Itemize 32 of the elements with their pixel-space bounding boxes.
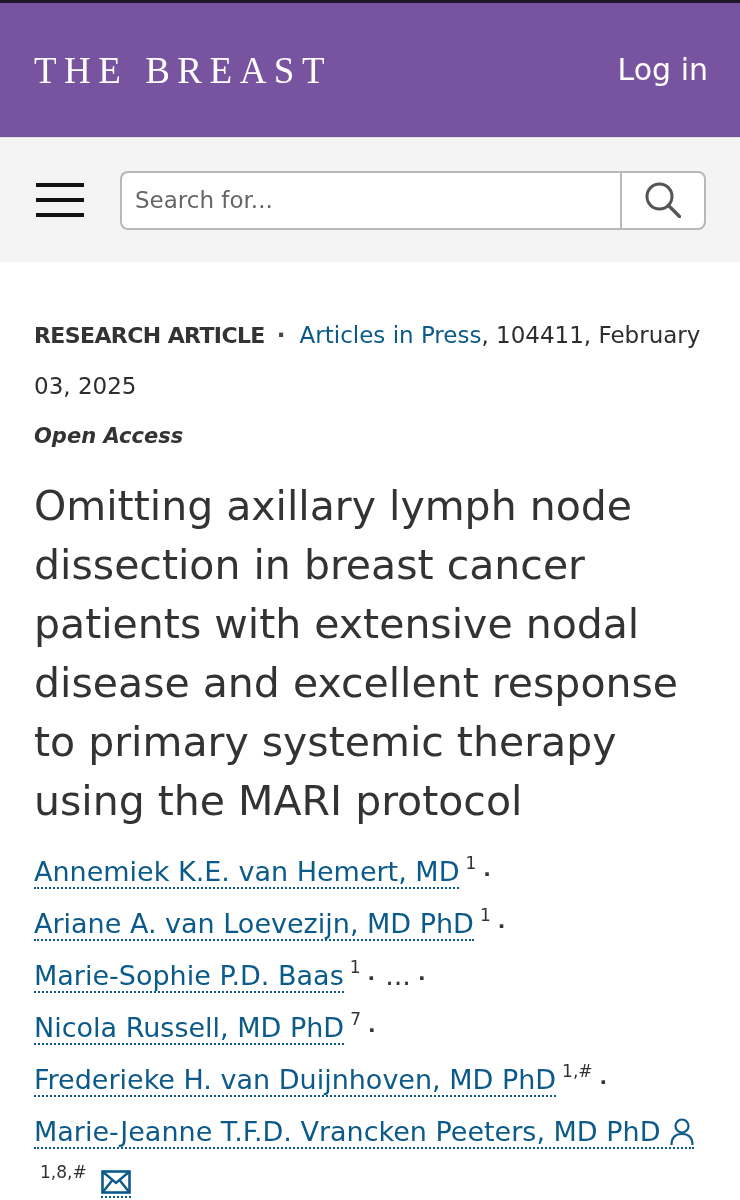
- author-link[interactable]: Annemiek K.E. van Hemert, MD: [34, 856, 460, 889]
- affiliation-marks: 1,8,#: [40, 1162, 87, 1182]
- affiliation-marks: 1: [349, 957, 361, 977]
- email-link[interactable]: [100, 1170, 131, 1198]
- affiliation-marks: 1: [479, 905, 491, 925]
- more-authors-button[interactable]: ...: [385, 951, 411, 1000]
- author-link[interactable]: Nicola Russell, MD PhD: [34, 1012, 345, 1045]
- menu-button[interactable]: [36, 183, 84, 217]
- article-title: Omitting axillary lymph node dissection in breast cancer patients with extensive nodal disease and excellent response to primary systemic therapy using the MARI protocol: [34, 481, 680, 827]
- separator-dot: ·: [367, 966, 376, 990]
- publication-info: RESEARCH ARTICLE · Articles in Press, 104411, February 03, 2025: [34, 321, 702, 401]
- author-link[interactable]: Frederieke H. van Duijnhoven, MD PhD: [34, 1064, 557, 1097]
- affiliation-marks: 1: [465, 853, 477, 873]
- separator-dot: ·: [483, 862, 491, 886]
- author-link[interactable]: Ariane A. van Loevezijn, MD PhD: [34, 908, 474, 941]
- issue-link[interactable]: Articles in Press: [299, 322, 482, 348]
- journal-logo[interactable]: THE BREAST: [34, 51, 333, 89]
- menu-icon: [36, 183, 84, 217]
- envelope-icon: [100, 1170, 131, 1194]
- affiliation-marks: 1,#: [562, 1061, 593, 1081]
- separator-dot: ·: [599, 1070, 608, 1094]
- login-link[interactable]: Log in: [617, 52, 708, 88]
- author-link[interactable]: Marie-Jeanne T.F.D. Vrancken Peeters, MD PhD: [34, 1116, 695, 1149]
- search-field[interactable]: Search for...: [120, 170, 620, 230]
- separator-dot: ·: [417, 966, 426, 990]
- search-button[interactable]: [620, 170, 706, 230]
- separator-dot: ·: [497, 914, 506, 938]
- affiliation-marks: 7: [350, 1009, 361, 1029]
- access-label: Open Access: [34, 423, 185, 450]
- author-link[interactable]: Marie-Sophie P.D. Baas: [34, 960, 344, 993]
- search-icon: [645, 182, 681, 218]
- separator-dot: ·: [367, 1018, 376, 1042]
